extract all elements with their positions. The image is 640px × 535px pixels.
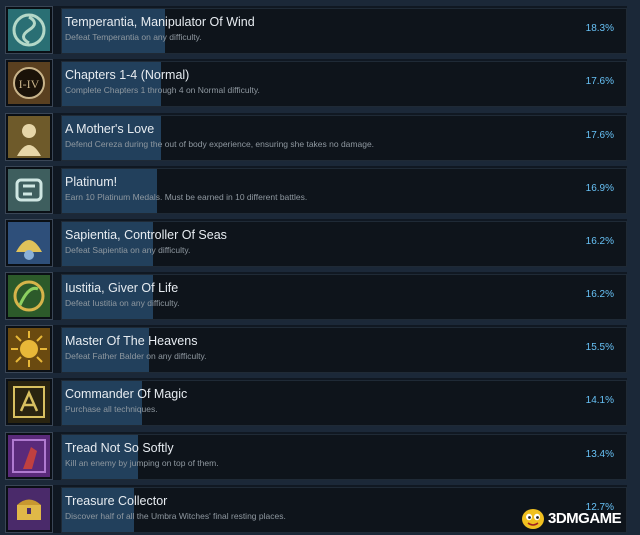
achievement-description: Defeat Father Balder on any difficulty. <box>65 351 207 361</box>
achievement-icon-frame <box>5 432 53 480</box>
achievement-title: Sapientia, Controller Of Seas <box>65 228 227 242</box>
achievement-description: Complete Chapters 1 through 4 on Normal … <box>65 85 260 95</box>
achievement-percent: 16.2% <box>585 289 614 300</box>
achievement-icon-frame: I-IV <box>5 59 53 107</box>
wind-swirl-icon <box>8 9 50 51</box>
achievement-row: Platinum! Earn 10 Platinum Medals. Must … <box>5 166 627 214</box>
sea-creature-icon <box>8 222 50 264</box>
achievement-percent: 16.9% <box>585 183 614 194</box>
mother-figure-icon <box>8 116 50 158</box>
achievement-progress-bar: Platinum! Earn 10 Platinum Medals. Must … <box>61 168 627 214</box>
achievement-icon-frame <box>5 485 53 533</box>
achievement-title: Temperantia, Manipulator Of Wind <box>65 15 255 29</box>
achievement-icon-frame <box>5 113 53 161</box>
achievement-description: Discover half of all the Umbra Witches' … <box>65 511 286 521</box>
achievement-row: Master Of The Heavens Defeat Father Bald… <box>5 325 627 373</box>
achievement-row: Tread Not So Softly Kill an enemy by jum… <box>5 432 627 480</box>
achievement-row: A Mother's Love Defend Cereza during the… <box>5 113 627 161</box>
3dm-mascot-logo <box>522 509 544 529</box>
stomp-figure-icon <box>8 435 50 477</box>
achievement-icon-frame <box>5 6 53 54</box>
life-vine-icon <box>8 275 50 317</box>
sun-icon <box>8 328 50 370</box>
achievement-title: Chapters 1-4 (Normal) <box>65 68 190 82</box>
achievement-description: Defeat Iustitia on any difficulty. <box>65 298 180 308</box>
achievement-percent: 17.6% <box>585 76 614 87</box>
achievement-title: Iustitia, Giver Of Life <box>65 281 179 295</box>
achievement-percent: 17.6% <box>585 130 614 141</box>
achievement-row: Commander Of Magic Purchase all techniqu… <box>5 378 627 426</box>
achievement-percent: 15.5% <box>585 342 614 353</box>
clock-chapters-icon: I-IV <box>8 62 50 104</box>
achievement-row: Temperantia, Manipulator Of Wind Defeat … <box>5 6 627 54</box>
achievement-title: A Mother's Love <box>65 122 155 136</box>
achievement-title: Tread Not So Softly <box>65 441 174 455</box>
achievement-row: Iustitia, Giver Of Life Defeat Iustitia … <box>5 272 627 320</box>
achievement-progress-bar: Master Of The Heavens Defeat Father Bald… <box>61 327 627 373</box>
achievement-icon-frame <box>5 325 53 373</box>
achievement-percent: 12.7% <box>585 502 614 513</box>
platinum-medal-icon <box>8 169 50 211</box>
achievement-icon-frame <box>5 272 53 320</box>
watermark: 3DMGAME <box>520 506 638 532</box>
achievement-icon-frame <box>5 219 53 267</box>
achievement-progress-bar: Chapters 1-4 (Normal) Complete Chapters … <box>61 61 627 107</box>
achievement-progress-bar: Tread Not So Softly Kill an enemy by jum… <box>61 434 627 480</box>
achievement-title: Platinum! <box>65 175 118 189</box>
achievement-title: Master Of The Heavens <box>65 334 198 348</box>
achievement-description: Defend Cereza during the out of body exp… <box>65 139 375 149</box>
achievement-progress-bar: A Mother's Love Defend Cereza during the… <box>61 115 627 161</box>
achievement-icon-frame <box>5 378 53 426</box>
svg-text:I-IV: I-IV <box>19 77 40 91</box>
magic-runes-icon <box>8 381 50 423</box>
achievement-row: Sapientia, Controller Of Seas Defeat Sap… <box>5 219 627 267</box>
achievement-description: Defeat Temperantia on any difficulty. <box>65 32 202 42</box>
achievement-percent: 13.4% <box>585 449 614 460</box>
achievement-percent: 14.1% <box>585 395 614 406</box>
achievement-description: Kill an enemy by jumping on top of them. <box>65 458 219 468</box>
achievement-percent: 18.3% <box>585 23 614 34</box>
achievement-percent: 16.2% <box>585 236 614 247</box>
achievement-title: Commander Of Magic <box>65 387 188 401</box>
achievement-progress-bar: Temperantia, Manipulator Of Wind Defeat … <box>61 8 627 54</box>
achievement-description: Defeat Sapientia on any difficulty. <box>65 245 191 255</box>
achievement-description: Purchase all techniques. <box>65 404 158 414</box>
achievement-progress-bar: Commander Of Magic Purchase all techniqu… <box>61 380 627 426</box>
treasure-chest-icon <box>8 488 50 530</box>
achievement-description: Earn 10 Platinum Medals. Must be earned … <box>65 192 308 202</box>
achievement-title: Treasure Collector <box>65 494 168 508</box>
achievement-icon-frame <box>5 166 53 214</box>
achievement-row: I-IV Chapters 1-4 (Normal) Complete Chap… <box>5 59 627 107</box>
achievement-progress-bar: Iustitia, Giver Of Life Defeat Iustitia … <box>61 274 627 320</box>
achievement-progress-bar: Sapientia, Controller Of Seas Defeat Sap… <box>61 221 627 267</box>
